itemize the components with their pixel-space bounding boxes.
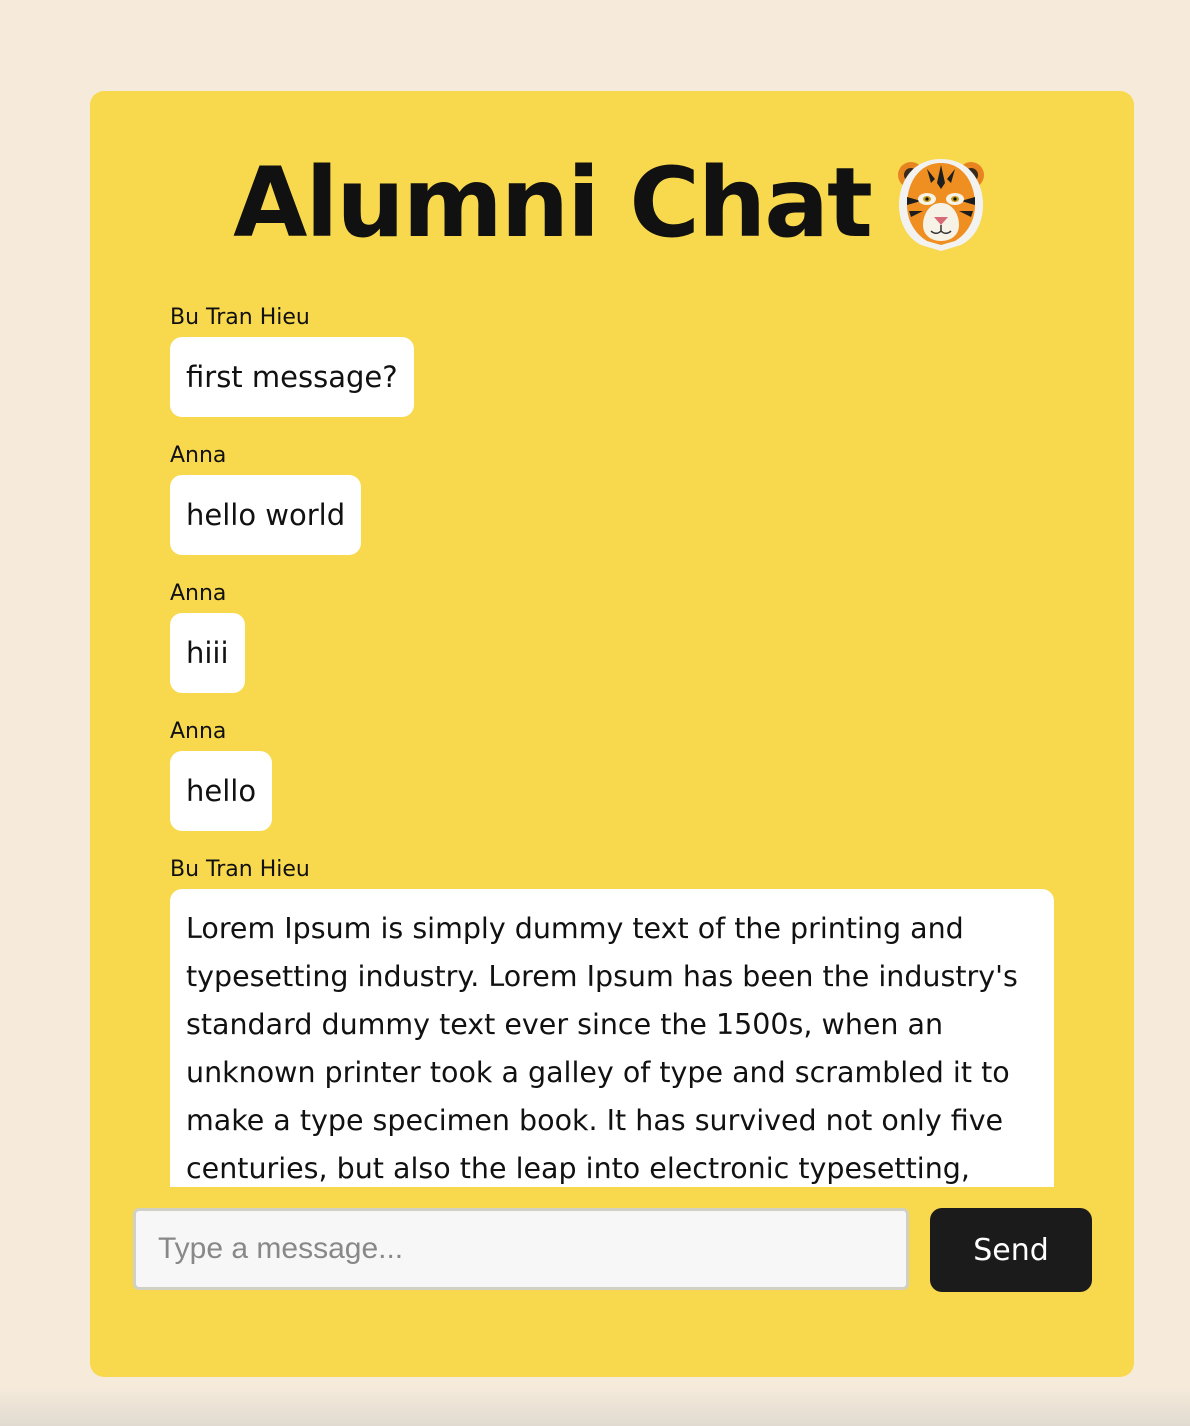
- message-bubble: hello world: [170, 475, 362, 555]
- message-text: first message?: [170, 337, 414, 417]
- tiger-face-icon: [897, 159, 984, 251]
- message-list[interactable]: Bu Tran Hieu first message? Anna hello w…: [170, 305, 1070, 1187]
- message-sender: Anna: [170, 719, 227, 744]
- message-input[interactable]: [133, 1208, 909, 1290]
- message-sender: Bu Tran Hieu: [170, 857, 310, 882]
- message-item: Anna hello: [170, 719, 1070, 831]
- message-item: Anna hiii: [170, 581, 1070, 693]
- composer: Send: [133, 1208, 1093, 1292]
- message-text: hello: [170, 751, 273, 831]
- send-button[interactable]: Send: [930, 1208, 1092, 1292]
- page-title: Alumni Chat: [233, 147, 873, 259]
- message-item: Anna hello world: [170, 443, 1070, 555]
- header: Alumni Chat: [90, 153, 1134, 253]
- message-bubble: hello: [170, 751, 273, 831]
- message-item: Bu Tran Hieu Lorem Ipsum is simply dummy…: [170, 857, 1070, 1187]
- message-sender: Bu Tran Hieu: [170, 305, 310, 330]
- message-sender: Anna: [170, 443, 227, 468]
- message-bubble: first message?: [170, 337, 414, 417]
- message-text: Lorem Ipsum is simply dummy text of the …: [170, 889, 1054, 1187]
- page-bottom-shade: [0, 1386, 1190, 1426]
- message-sender: Anna: [170, 581, 227, 606]
- message-bubble: Lorem Ipsum is simply dummy text of the …: [170, 889, 1054, 1187]
- message-item: Bu Tran Hieu first message?: [170, 305, 1070, 417]
- message-bubble: hiii: [170, 613, 245, 693]
- message-text: hello world: [170, 475, 362, 555]
- chat-card: Alumni Chat Bu Tran Hieu first message? …: [90, 91, 1134, 1377]
- message-text: hiii: [170, 613, 245, 693]
